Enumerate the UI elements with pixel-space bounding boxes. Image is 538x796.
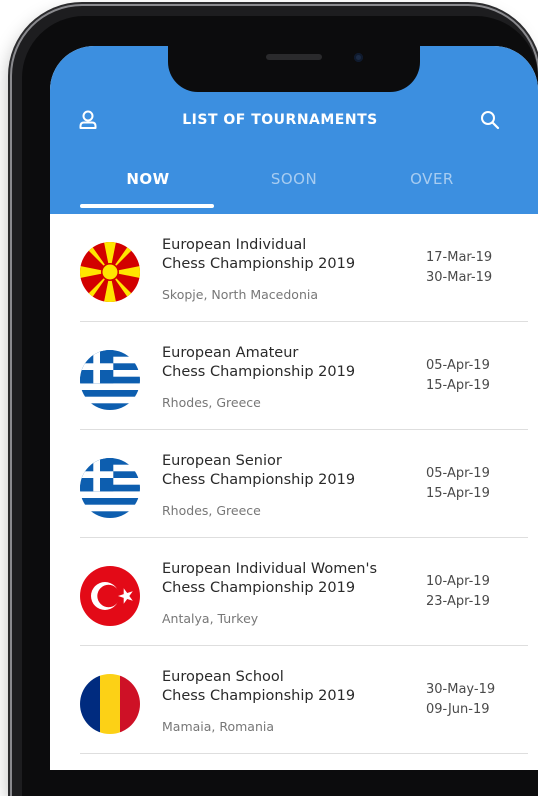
end-date: 23-Apr-19 (426, 594, 490, 609)
tournament-location: Mamaia, Romania (162, 719, 275, 734)
tournament-name-line1: European Individual Women's (162, 561, 378, 577)
tournament-name: European Senior Chess Championship 2019 (162, 452, 412, 490)
active-tab-indicator (80, 204, 214, 208)
start-date: 05-Apr-19 (426, 358, 490, 373)
page-title-text: LIST OF TOURNAMENTS (182, 112, 378, 128)
tournament-location: Skopje, North Macedonia (162, 287, 318, 302)
tournament-name-line1: European Senior (162, 453, 282, 469)
end-date: 30-Mar-19 (426, 270, 493, 285)
tournament-location: Rhodes, Greece (162, 503, 261, 518)
tournament-dates: 05-Apr-19 15-Apr-19 (426, 464, 516, 504)
greece-flag (80, 458, 140, 518)
tournament-dates: 17-Mar-19 30-Mar-19 (426, 248, 516, 288)
tournament-row[interactable]: European School Chess Championship 2019 … (50, 646, 538, 754)
greece-flag (80, 350, 140, 410)
tournament-location: Antalya, Turkey (162, 611, 259, 626)
tab-soon[interactable]: SOON (214, 166, 374, 214)
row-divider (80, 753, 528, 754)
tournament-name-line2: Chess Championship 2019 (162, 364, 356, 380)
tournament-name: European Individual Women's Chess Champi… (162, 560, 412, 598)
tournament-name-line2: Chess Championship 2019 (162, 580, 356, 596)
north-macedonia-flag (80, 242, 140, 302)
tournament-name-line2: Chess Championship 2019 (162, 472, 356, 488)
tournament-row[interactable]: European Individual Women's Chess Champi… (50, 538, 538, 646)
start-date: 05-Apr-19 (426, 466, 490, 481)
tournament-name-line1: European School (162, 669, 284, 685)
tab-over[interactable]: OVER (352, 166, 512, 214)
tournament-location: Rhodes, Greece (162, 395, 261, 410)
tournament-dates: 30-May-19 09-Jun-19 (426, 680, 516, 720)
tournament-dates: 10-Apr-19 23-Apr-19 (426, 572, 516, 612)
tournament-dates: 05-Apr-19 15-Apr-19 (426, 356, 516, 396)
front-camera (354, 53, 363, 62)
tournament-name: European Amateur Chess Championship 2019 (162, 344, 412, 382)
start-date: 30-May-19 (426, 682, 496, 697)
turkey-flag (80, 566, 140, 626)
tournament-name: European School Chess Championship 2019 (162, 668, 412, 706)
tournament-row[interactable]: European Individual Chess Championship 2… (50, 214, 538, 322)
phone-notch (168, 46, 420, 92)
start-date: 17-Mar-19 (426, 250, 493, 265)
search-icon[interactable] (474, 104, 506, 136)
tournament-row[interactable]: European Senior Chess Championship 2019 … (50, 430, 538, 538)
tournament-list: European Individual Chess Championship 2… (50, 214, 538, 754)
tournament-name-line2: Chess Championship 2019 (162, 256, 356, 272)
tournament-name-line1: European Amateur (162, 345, 299, 361)
tournament-name-line2: Chess Championship 2019 (162, 688, 356, 704)
tournament-name-line1: European Individual (162, 237, 307, 253)
end-date: 15-Apr-19 (426, 378, 490, 393)
romania-flag (80, 674, 140, 734)
speaker-grille (266, 54, 322, 60)
start-date: 10-Apr-19 (426, 574, 490, 589)
page-title: LIST OF TOURNAMENTS (50, 112, 538, 128)
end-date: 09-Jun-19 (426, 702, 490, 717)
end-date: 15-Apr-19 (426, 486, 490, 501)
tournament-row[interactable]: European Amateur Chess Championship 2019… (50, 322, 538, 430)
tournament-name: European Individual Chess Championship 2… (162, 236, 412, 274)
app-header: LIST OF TOURNAMENTS NOW SOON OVER (50, 46, 538, 214)
app-screen: LIST OF TOURNAMENTS NOW SOON OVER Europe… (50, 46, 538, 770)
